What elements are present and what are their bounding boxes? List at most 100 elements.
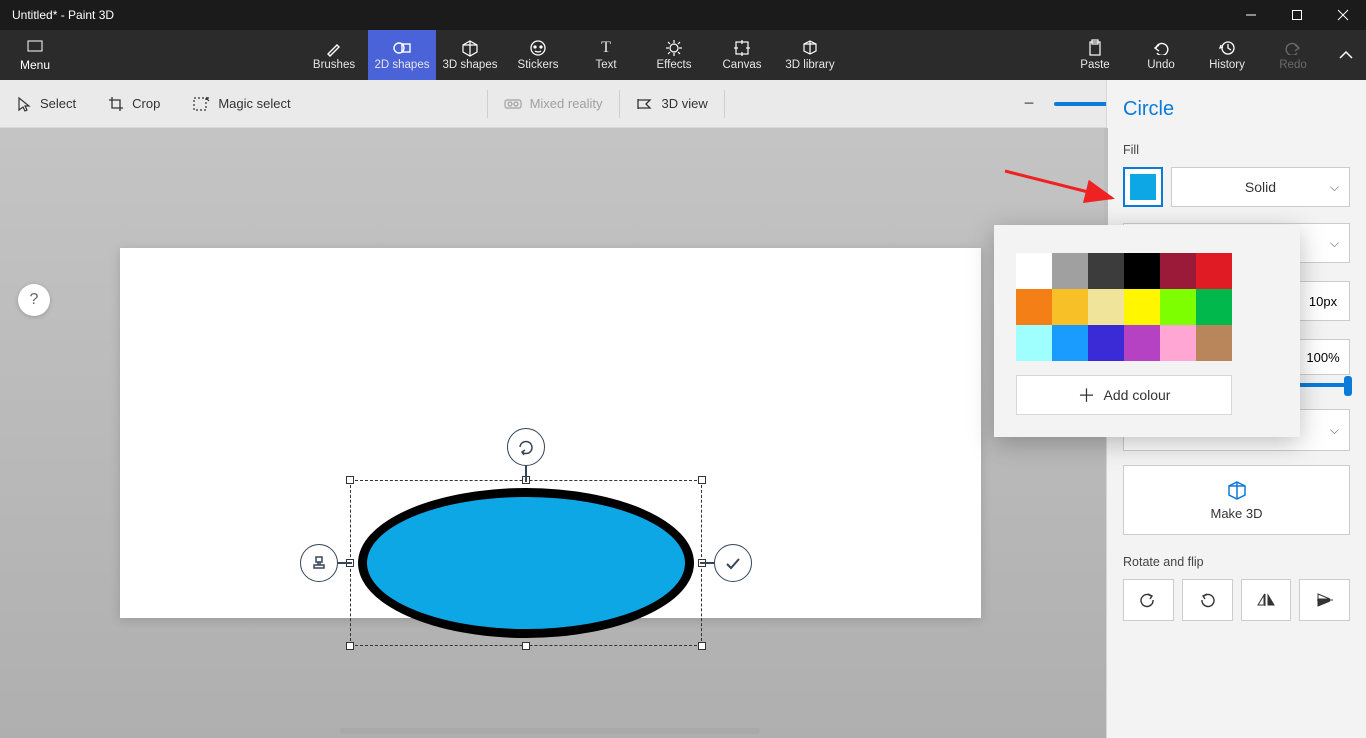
palette-color[interactable] (1016, 289, 1052, 325)
paste-icon (1087, 39, 1103, 57)
palette-color[interactable] (1016, 325, 1052, 361)
resize-handle-sw[interactable] (346, 642, 354, 650)
3d-view-button[interactable]: 3D view (620, 80, 724, 127)
thickness-input[interactable]: 10px (1296, 281, 1350, 321)
cube-3d-icon (1226, 480, 1248, 502)
color-palette-popover: ＋ Add colour (994, 225, 1300, 437)
rotate-cw-icon (1197, 592, 1217, 608)
rotate-icon (516, 437, 536, 457)
palette-color[interactable] (1196, 289, 1232, 325)
palette-color[interactable] (1160, 253, 1196, 289)
menu-label: Menu (20, 58, 50, 72)
tab-brushes[interactable]: Brushes (300, 30, 368, 80)
rotate-ccw-icon (1138, 592, 1158, 608)
help-button[interactable]: ? (18, 284, 50, 316)
rotate-cw-button[interactable] (1182, 579, 1233, 621)
palette-color[interactable] (1088, 253, 1124, 289)
palette-color[interactable] (1196, 325, 1232, 361)
palette-color[interactable] (1160, 325, 1196, 361)
stamp-icon (309, 553, 329, 573)
flip-horizontal-button[interactable] (1241, 579, 1292, 621)
palette-color[interactable] (1088, 289, 1124, 325)
palette-color[interactable] (1052, 325, 1088, 361)
fill-type-dropdown[interactable]: Solid ⌵ (1171, 167, 1350, 207)
chevron-down-icon: ⌵ (1330, 423, 1339, 438)
paste-button[interactable]: Paste (1062, 30, 1128, 80)
text-icon: T (601, 39, 611, 57)
rotate-handle[interactable] (507, 428, 545, 466)
palette-color[interactable] (1088, 325, 1124, 361)
flip-v-icon (1315, 592, 1335, 608)
select-tool[interactable]: Select (0, 80, 92, 127)
palette-color[interactable] (1052, 253, 1088, 289)
palette-color[interactable] (1124, 253, 1160, 289)
history-button[interactable]: History (1194, 30, 1260, 80)
tab-3d-shapes[interactable]: 3D shapes (436, 30, 504, 80)
flip-vertical-button[interactable] (1299, 579, 1350, 621)
palette-color[interactable] (1052, 289, 1088, 325)
stickers-icon (529, 39, 547, 57)
resize-handle-ne[interactable] (698, 476, 706, 484)
redo-button[interactable]: Redo (1260, 30, 1326, 80)
resize-handle-nw[interactable] (346, 476, 354, 484)
stamp-handle[interactable] (300, 544, 338, 582)
window-titlebar: Untitled* - Paint 3D (0, 0, 1366, 30)
add-color-button[interactable]: ＋ Add colour (1016, 375, 1232, 415)
chevron-down-icon: ⌵ (1330, 236, 1339, 251)
selection-border (350, 480, 702, 646)
palette-color[interactable] (1160, 289, 1196, 325)
workspace[interactable]: ? (0, 128, 1106, 738)
palette-color[interactable] (1196, 253, 1232, 289)
tab-text[interactable]: T Text (572, 30, 640, 80)
opacity-slider-thumb[interactable] (1344, 376, 1352, 396)
opacity-input[interactable]: 100% (1296, 339, 1350, 375)
magic-select-icon (192, 96, 210, 112)
rotate-ccw-button[interactable] (1123, 579, 1174, 621)
make-3d-button[interactable]: Make 3D (1123, 465, 1350, 535)
menu-icon (26, 39, 44, 56)
cursor-icon (16, 96, 32, 112)
shapes-2d-icon (392, 39, 412, 57)
palette-color[interactable] (1016, 253, 1052, 289)
zoom-out-button[interactable]: − (1018, 93, 1040, 114)
close-button[interactable] (1320, 0, 1366, 30)
minimize-button[interactable] (1228, 0, 1274, 30)
maximize-button[interactable] (1274, 0, 1320, 30)
resize-handle-se[interactable] (698, 642, 706, 650)
plus-icon: ＋ (1078, 382, 1096, 408)
magic-select-tool[interactable]: Magic select (176, 80, 306, 127)
crop-tool[interactable]: Crop (92, 80, 176, 127)
tab-canvas[interactable]: Canvas (708, 30, 776, 80)
shape-selection[interactable] (350, 480, 702, 646)
effects-icon (665, 39, 683, 57)
tab-3d-library[interactable]: 3D library (776, 30, 844, 80)
shapes-3d-icon (461, 39, 479, 57)
expand-panel-button[interactable] (1326, 30, 1366, 80)
undo-button[interactable]: Undo (1128, 30, 1194, 80)
separator (724, 90, 725, 118)
commit-handle[interactable] (714, 544, 752, 582)
menu-button[interactable]: Menu (0, 30, 70, 80)
resize-handle-s[interactable] (522, 642, 530, 650)
tab-stickers[interactable]: Stickers (504, 30, 572, 80)
check-icon (723, 553, 743, 573)
main-toolbar: Menu Brushes 2D shapes 3D shapes Sticker… (0, 30, 1366, 80)
help-icon: ? (30, 291, 39, 309)
rotate-stem (525, 464, 527, 482)
mixed-reality-button: Mixed reality (488, 80, 619, 127)
fill-color-button[interactable] (1123, 167, 1163, 207)
library-3d-icon (801, 39, 819, 57)
stamp-stem (336, 562, 352, 564)
fill-label: Fill (1123, 143, 1350, 157)
chevron-up-icon (1338, 50, 1354, 60)
palette-color[interactable] (1124, 289, 1160, 325)
undo-icon (1152, 39, 1170, 57)
panel-title: Circle (1123, 98, 1350, 121)
flip-h-icon (1256, 592, 1276, 608)
tab-2d-shapes[interactable]: 2D shapes (368, 30, 436, 80)
right-toolbar: Paste Undo History Redo (1062, 30, 1366, 80)
palette-color[interactable] (1124, 325, 1160, 361)
tab-effects[interactable]: Effects (640, 30, 708, 80)
chevron-down-icon: ⌵ (1330, 180, 1339, 195)
horizontal-scrollbar[interactable] (340, 728, 760, 734)
